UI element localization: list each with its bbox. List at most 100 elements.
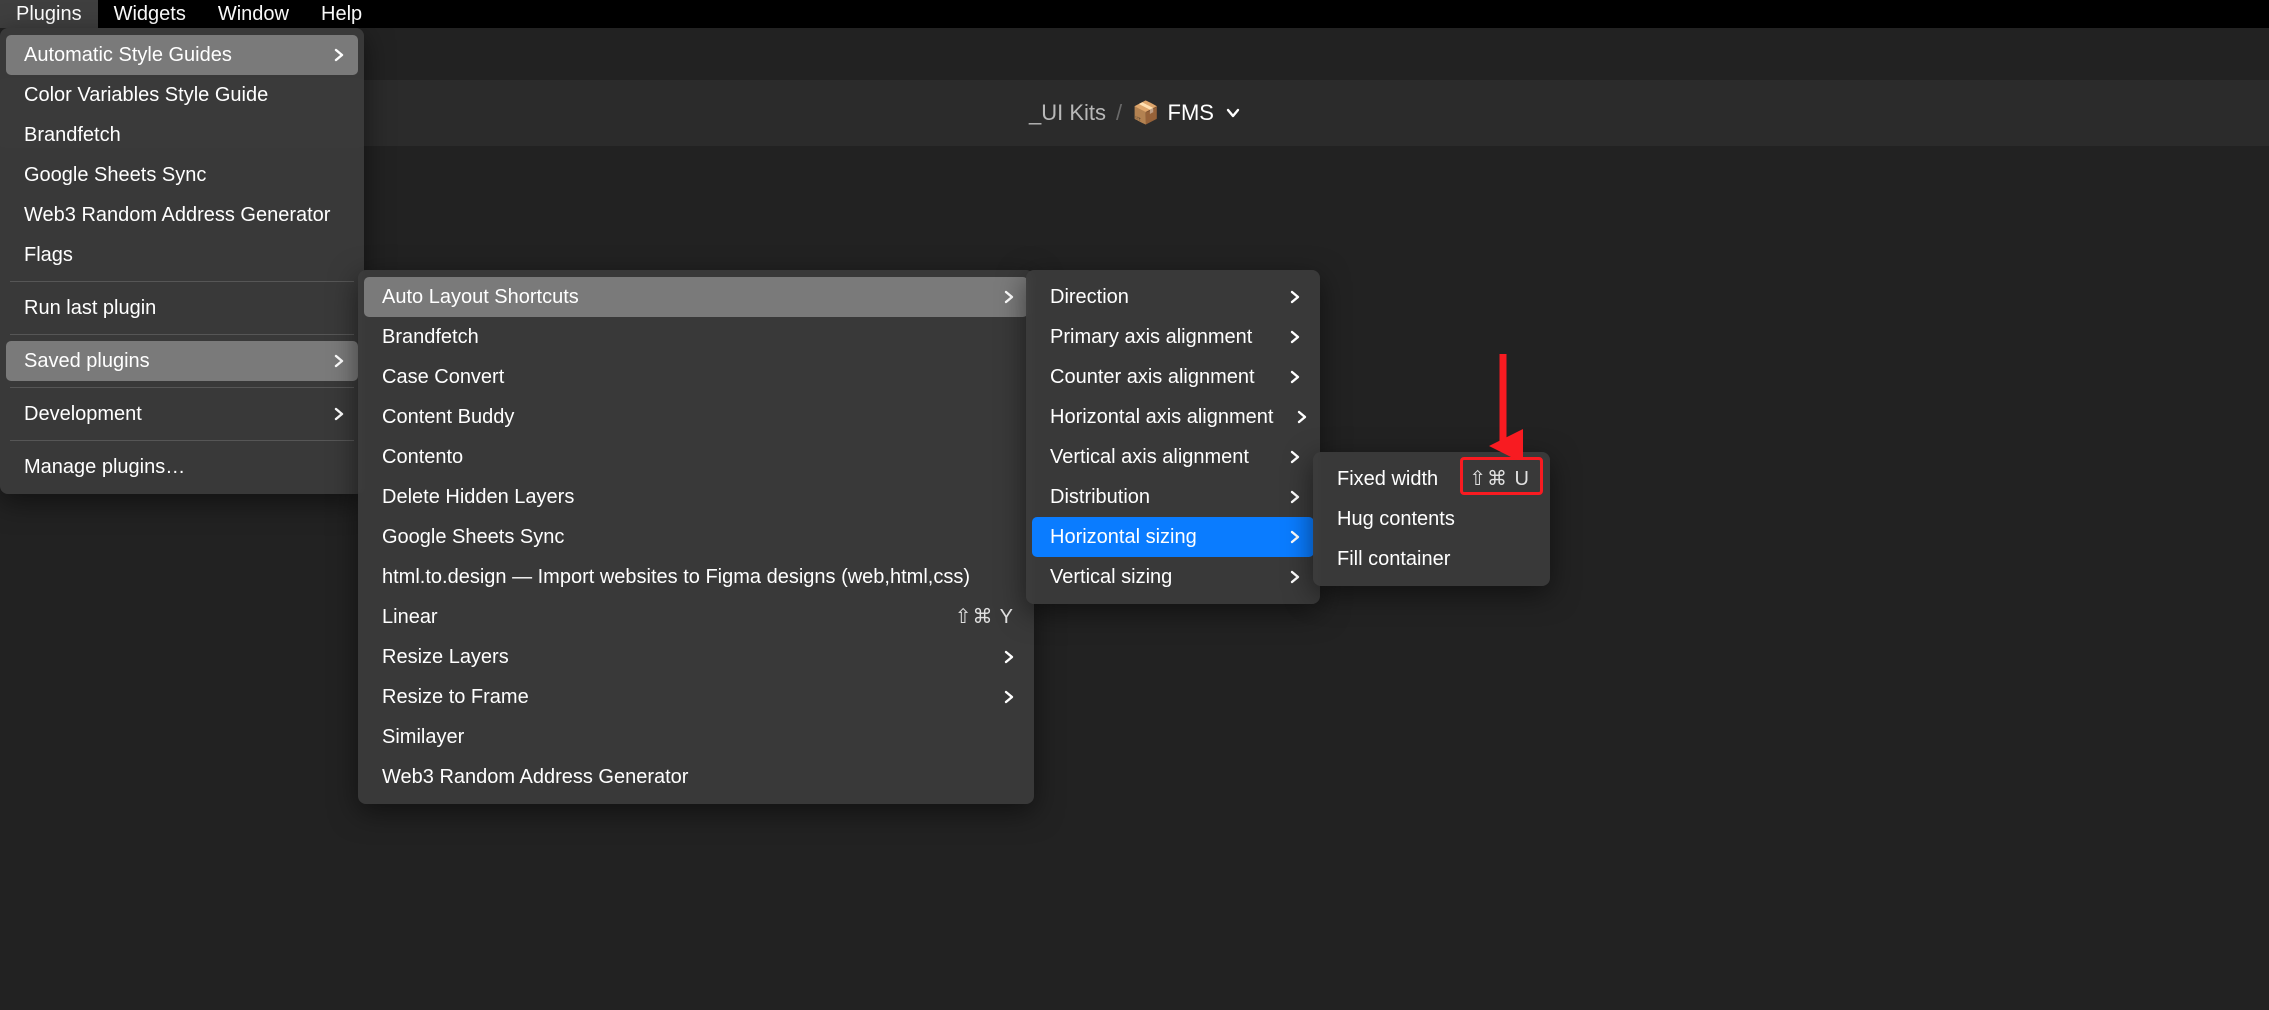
saved-item-resize-to-frame[interactable]: Resize to Frame bbox=[364, 677, 1028, 717]
als-vertical-axis[interactable]: Vertical axis alignment bbox=[1032, 437, 1314, 477]
saved-item-google-sheets[interactable]: Google Sheets Sync bbox=[364, 517, 1028, 557]
plugins-saved[interactable]: Saved plugins bbox=[6, 341, 358, 381]
saved-item-case-convert[interactable]: Case Convert bbox=[364, 357, 1028, 397]
plugins-development[interactable]: Development bbox=[6, 394, 358, 434]
saved-item-similayer[interactable]: Similayer bbox=[364, 717, 1028, 757]
chevron-right-icon bbox=[334, 407, 344, 421]
chevron-right-icon bbox=[1297, 410, 1307, 424]
menubar-plugins[interactable]: Plugins bbox=[0, 0, 98, 29]
chevron-right-icon bbox=[1290, 330, 1300, 344]
keyboard-shortcut: ⇧⌘ Y bbox=[955, 603, 1014, 631]
chevron-right-icon bbox=[1290, 570, 1300, 584]
menu-item-label: Fill container bbox=[1337, 545, 1450, 573]
als-direction[interactable]: Direction bbox=[1032, 277, 1314, 317]
menu-item-label: Google Sheets Sync bbox=[24, 161, 206, 189]
menu-item-label: Web3 Random Address Generator bbox=[24, 201, 330, 229]
menubar-widgets[interactable]: Widgets bbox=[98, 0, 202, 29]
menu-item-label: Linear bbox=[382, 603, 438, 631]
menu-item-label: Automatic Style Guides bbox=[24, 41, 232, 69]
plugins-item-brandfetch[interactable]: Brandfetch bbox=[6, 115, 358, 155]
saved-item-brandfetch[interactable]: Brandfetch bbox=[364, 317, 1028, 357]
chevron-right-icon bbox=[1290, 370, 1300, 384]
saved-item-html-to-design[interactable]: html.to.design — Import websites to Figm… bbox=[364, 557, 1028, 597]
saved-item-delete-hidden[interactable]: Delete Hidden Layers bbox=[364, 477, 1028, 517]
als-distribution[interactable]: Distribution bbox=[1032, 477, 1314, 517]
horiz-fill-container[interactable]: Fill container bbox=[1319, 539, 1544, 579]
als-counter-axis[interactable]: Counter axis alignment bbox=[1032, 357, 1314, 397]
breadcrumb-current[interactable]: 📦 FMS bbox=[1132, 100, 1240, 126]
plugins-manage[interactable]: Manage plugins… bbox=[6, 447, 358, 487]
menu-item-label: Direction bbox=[1050, 283, 1129, 311]
menu-item-label: Counter axis alignment bbox=[1050, 363, 1255, 391]
menu-item-label: Horizontal axis alignment bbox=[1050, 403, 1273, 431]
als-horizontal-axis[interactable]: Horizontal axis alignment bbox=[1032, 397, 1314, 437]
menu-item-label: Auto Layout Shortcuts bbox=[382, 283, 579, 311]
menu-item-label: Fixed width bbox=[1337, 465, 1438, 493]
saved-item-linear[interactable]: Linear ⇧⌘ Y bbox=[364, 597, 1028, 637]
menu-item-label: Manage plugins… bbox=[24, 453, 185, 481]
annotation-arrow-icon bbox=[1483, 350, 1523, 460]
breadcrumb-parent[interactable]: _UI Kits bbox=[1029, 100, 1106, 126]
horiz-hug-contents[interactable]: Hug contents bbox=[1319, 499, 1544, 539]
als-vertical-sizing[interactable]: Vertical sizing bbox=[1032, 557, 1314, 597]
menu-item-label: Brandfetch bbox=[382, 323, 479, 351]
menu-item-label: Web3 Random Address Generator bbox=[382, 763, 688, 791]
menu-item-label: Primary axis alignment bbox=[1050, 323, 1252, 351]
als-primary-axis[interactable]: Primary axis alignment bbox=[1032, 317, 1314, 357]
plugins-item-google-sheets[interactable]: Google Sheets Sync bbox=[6, 155, 358, 195]
menu-item-label: Color Variables Style Guide bbox=[24, 81, 268, 109]
menu-item-label: Vertical axis alignment bbox=[1050, 443, 1249, 471]
saved-item-contento[interactable]: Contento bbox=[364, 437, 1028, 477]
chevron-right-icon bbox=[1004, 290, 1014, 304]
menu-item-label: Contento bbox=[382, 443, 463, 471]
package-icon: 📦 bbox=[1132, 100, 1159, 126]
menu-item-label: Similayer bbox=[382, 723, 464, 751]
menu-item-label: Google Sheets Sync bbox=[382, 523, 564, 551]
chevron-down-icon[interactable] bbox=[1226, 108, 1240, 118]
menu-item-label: Case Convert bbox=[382, 363, 504, 391]
menu-item-label: Development bbox=[24, 400, 142, 428]
plugins-item-web3[interactable]: Web3 Random Address Generator bbox=[6, 195, 358, 235]
saved-item-auto-layout-shortcuts[interactable]: Auto Layout Shortcuts bbox=[364, 277, 1028, 317]
als-horizontal-sizing[interactable]: Horizontal sizing bbox=[1032, 517, 1314, 557]
menubar-window[interactable]: Window bbox=[202, 0, 305, 29]
menu-item-label: Distribution bbox=[1050, 483, 1150, 511]
chevron-right-icon bbox=[1004, 650, 1014, 664]
menubar-help[interactable]: Help bbox=[305, 0, 378, 29]
saved-item-resize-layers[interactable]: Resize Layers bbox=[364, 637, 1028, 677]
plugins-item-color-variables[interactable]: Color Variables Style Guide bbox=[6, 75, 358, 115]
menu-item-label: html.to.design — Import websites to Figm… bbox=[382, 563, 970, 591]
menu-item-label: Run last plugin bbox=[24, 294, 156, 322]
saved-item-content-buddy[interactable]: Content Buddy bbox=[364, 397, 1028, 437]
menu-item-label: Hug contents bbox=[1337, 505, 1455, 533]
chevron-right-icon bbox=[334, 354, 344, 368]
saved-item-web3[interactable]: Web3 Random Address Generator bbox=[364, 757, 1028, 797]
menu-item-label: Delete Hidden Layers bbox=[382, 483, 574, 511]
menu-item-label: Resize to Frame bbox=[382, 683, 529, 711]
chevron-right-icon bbox=[1290, 490, 1300, 504]
menu-item-label: Brandfetch bbox=[24, 121, 121, 149]
menu-separator bbox=[10, 440, 354, 441]
menu-item-label: Content Buddy bbox=[382, 403, 514, 431]
menu-separator bbox=[10, 334, 354, 335]
breadcrumb[interactable]: _UI Kits / 📦 FMS bbox=[1029, 100, 1240, 126]
menu-item-label: Flags bbox=[24, 241, 73, 269]
menu-item-label: Resize Layers bbox=[382, 643, 509, 671]
chevron-right-icon bbox=[1004, 690, 1014, 704]
breadcrumb-sep: / bbox=[1116, 100, 1122, 126]
plugins-run-last[interactable]: Run last plugin bbox=[6, 288, 358, 328]
chevron-right-icon bbox=[1290, 450, 1300, 464]
saved-plugins-menu: Auto Layout Shortcuts Brandfetch Case Co… bbox=[358, 270, 1034, 804]
menu-item-label: Saved plugins bbox=[24, 347, 150, 375]
breadcrumb-name: FMS bbox=[1168, 100, 1214, 126]
menubar: Plugins Widgets Window Help bbox=[0, 0, 2269, 28]
plugins-item-automatic-style-guides[interactable]: Automatic Style Guides bbox=[6, 35, 358, 75]
chevron-right-icon bbox=[1290, 530, 1300, 544]
plugins-menu: Automatic Style Guides Color Variables S… bbox=[0, 28, 364, 494]
plugins-item-flags[interactable]: Flags bbox=[6, 235, 358, 275]
menu-item-label: Horizontal sizing bbox=[1050, 523, 1197, 551]
menu-separator bbox=[10, 387, 354, 388]
auto-layout-shortcuts-menu: Direction Primary axis alignment Counter… bbox=[1026, 270, 1320, 604]
annotation-highlight-box bbox=[1460, 457, 1543, 495]
menu-item-label: Vertical sizing bbox=[1050, 563, 1172, 591]
